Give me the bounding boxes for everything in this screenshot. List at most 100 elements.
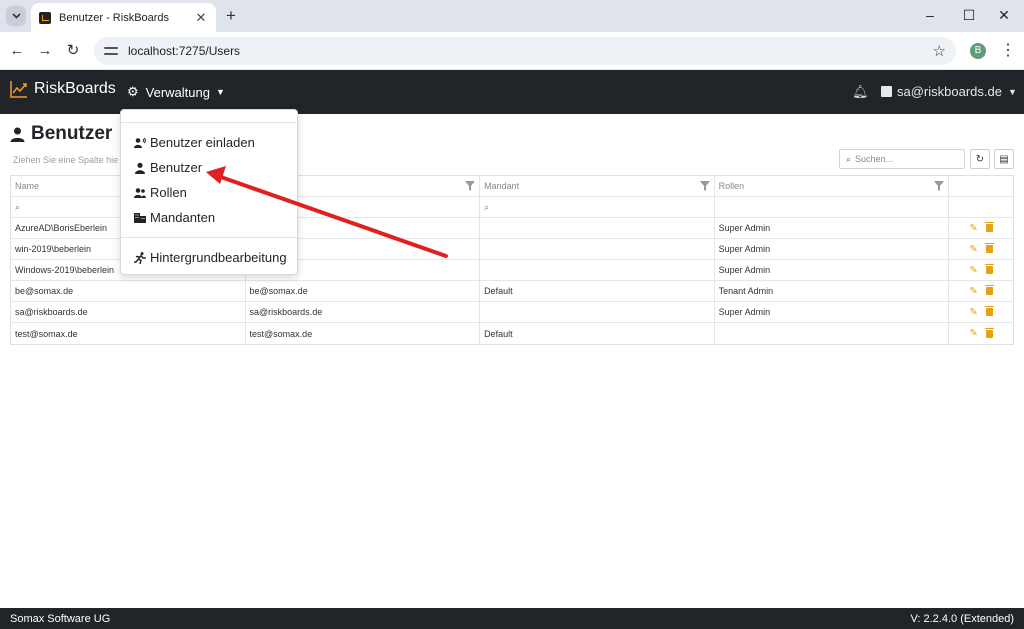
menu-item-hintergrundbearbeitung[interactable]: Hintergrundbearbeitung: [134, 250, 287, 265]
menu-item-benutzer[interactable]: Benutzer: [134, 160, 202, 175]
delete-trash-icon[interactable]: [984, 222, 994, 232]
row-actions: ✎: [949, 302, 1013, 322]
grid-search-input[interactable]: ⌕ Suchen...: [839, 149, 965, 169]
table-cell: sa@riskboards.de: [246, 302, 481, 322]
verwaltung-dropdown-menu: Benutzer einladen Benutzer Rollen Mandan…: [120, 109, 298, 275]
row-actions: ✎: [949, 281, 1013, 301]
app-footer: Somax Software UG V: 2.2.4.0 (Extended): [0, 608, 1024, 629]
edit-pencil-icon[interactable]: ✎: [969, 307, 977, 318]
table-cell: be@somax.de: [246, 281, 481, 301]
maximize-icon[interactable]: ☐: [959, 5, 979, 25]
tab-title: Benutzer - RiskBoards: [59, 11, 170, 24]
brand-name: RiskBoards: [34, 80, 116, 97]
person-icon: [135, 162, 145, 174]
delete-trash-icon[interactable]: [984, 285, 994, 295]
search-icon: ⌕: [15, 201, 21, 212]
filter-funnel-icon[interactable]: [934, 181, 945, 191]
people-icon: [134, 187, 146, 198]
refresh-button[interactable]: ↻: [970, 149, 990, 169]
table-cell: [480, 302, 715, 322]
edit-pencil-icon[interactable]: ✎: [969, 328, 977, 339]
delete-trash-icon[interactable]: [984, 306, 994, 316]
profile-avatar[interactable]: B: [970, 43, 986, 59]
menu-item-benutzer-einladen[interactable]: Benutzer einladen: [134, 135, 255, 150]
browser-tab[interactable]: Benutzer - RiskBoards ✕: [31, 3, 216, 32]
filter-input-rollen[interactable]: [715, 197, 950, 217]
new-tab-button[interactable]: +: [223, 6, 239, 26]
dropdown-divider: [121, 122, 297, 123]
person-invite-icon: [134, 137, 146, 148]
filter-funnel-icon[interactable]: [465, 181, 476, 191]
gear-icon: ⚙: [127, 84, 139, 99]
table-cell: [480, 260, 715, 280]
table-cell: Super Admin: [715, 260, 950, 280]
table-cell: test@somax.de: [246, 323, 481, 344]
column-chooser-icon: ▤: [999, 153, 1009, 165]
close-tab-icon[interactable]: ✕: [194, 10, 208, 26]
reload-icon[interactable]: ↻: [64, 41, 82, 61]
building-icon: [134, 212, 146, 223]
site-settings-icon[interactable]: [104, 44, 118, 58]
table-cell: Super Admin: [715, 218, 950, 238]
edit-pencil-icon[interactable]: ✎: [969, 244, 977, 255]
column-header-actions: [949, 176, 1013, 196]
dropdown-divider: [121, 237, 297, 238]
user-email: sa@riskboards.de: [897, 84, 1002, 99]
delete-trash-icon[interactable]: [984, 264, 994, 274]
table-cell: Tenant Admin: [715, 281, 950, 301]
minimize-icon[interactable]: –: [920, 5, 940, 25]
caret-down-icon: ▼: [215, 87, 225, 97]
table-row[interactable]: test@somax.de test@somax.de Default ✎: [11, 323, 1013, 344]
edit-pencil-icon[interactable]: ✎: [969, 286, 977, 297]
table-cell: Super Admin: [715, 239, 950, 259]
back-icon[interactable]: ←: [8, 41, 26, 61]
forward-icon[interactable]: →: [36, 41, 54, 61]
filter-funnel-icon[interactable]: [699, 181, 710, 191]
table-cell: be@somax.de: [11, 281, 246, 301]
page-title: Benutzer: [10, 123, 112, 145]
table-cell: Default: [480, 281, 715, 301]
filter-input-mandant[interactable]: ⌕: [480, 197, 715, 217]
verwaltung-label: Verwaltung: [145, 84, 210, 100]
column-chooser-button[interactable]: ▤: [994, 149, 1014, 169]
browser-menu-icon[interactable]: ⋮: [1000, 40, 1016, 60]
app-navbar: RiskBoards ⚙ Verwaltung ▼ 🔔︎ sa@riskboar…: [0, 70, 1024, 114]
search-icon: ⌕: [846, 153, 852, 164]
footer-company: Somax Software UG: [10, 612, 111, 625]
table-cell: Default: [480, 323, 715, 344]
tab-list-button[interactable]: [6, 6, 26, 26]
bell-icon[interactable]: 🔔︎: [852, 84, 869, 100]
chevron-down-icon: [11, 13, 21, 19]
filter-cell-actions: [949, 197, 1013, 217]
menu-item-rollen[interactable]: Rollen: [134, 185, 187, 200]
caret-down-icon: ▼: [1007, 86, 1017, 97]
row-actions: ✎: [949, 260, 1013, 280]
user-menu-toggle[interactable]: sa@riskboards.de ▼: [881, 84, 1017, 99]
chart-line-icon: [10, 81, 27, 98]
table-cell: [715, 323, 950, 344]
search-icon: ⌕: [484, 201, 490, 212]
edit-pencil-icon[interactable]: ✎: [969, 223, 977, 234]
url-input[interactable]: localhost:7275/Users ☆: [94, 37, 956, 65]
brand-link[interactable]: RiskBoards: [10, 80, 116, 98]
table-cell: sa@riskboards.de: [11, 302, 246, 322]
browser-tab-strip: Benutzer - RiskBoards ✕ + – ☐ ✕: [0, 0, 1024, 32]
user-card-icon: [881, 86, 892, 97]
page-title-text: Benutzer: [31, 123, 113, 144]
row-actions: ✎: [949, 323, 1013, 344]
close-window-icon[interactable]: ✕: [994, 5, 1014, 25]
column-header-mandant[interactable]: Mandant: [480, 176, 715, 196]
row-actions: ✎: [949, 218, 1013, 238]
edit-pencil-icon[interactable]: ✎: [969, 265, 977, 276]
column-header-rollen[interactable]: Rollen: [715, 176, 950, 196]
delete-trash-icon[interactable]: [984, 327, 994, 338]
table-row[interactable]: sa@riskboards.de sa@riskboards.de Super Ad…: [11, 302, 1013, 323]
table-row[interactable]: be@somax.de be@somax.de Default Tenant Admi…: [11, 281, 1013, 302]
url-text: localhost:7275/Users: [128, 44, 241, 58]
menu-item-mandanten[interactable]: Mandanten: [134, 210, 215, 225]
bookmark-star-icon[interactable]: ☆: [933, 42, 946, 60]
table-cell: Super Admin: [715, 302, 950, 322]
verwaltung-menu-toggle[interactable]: ⚙ Verwaltung ▼: [127, 84, 225, 100]
delete-trash-icon[interactable]: [984, 243, 994, 253]
person-icon: [10, 127, 25, 142]
